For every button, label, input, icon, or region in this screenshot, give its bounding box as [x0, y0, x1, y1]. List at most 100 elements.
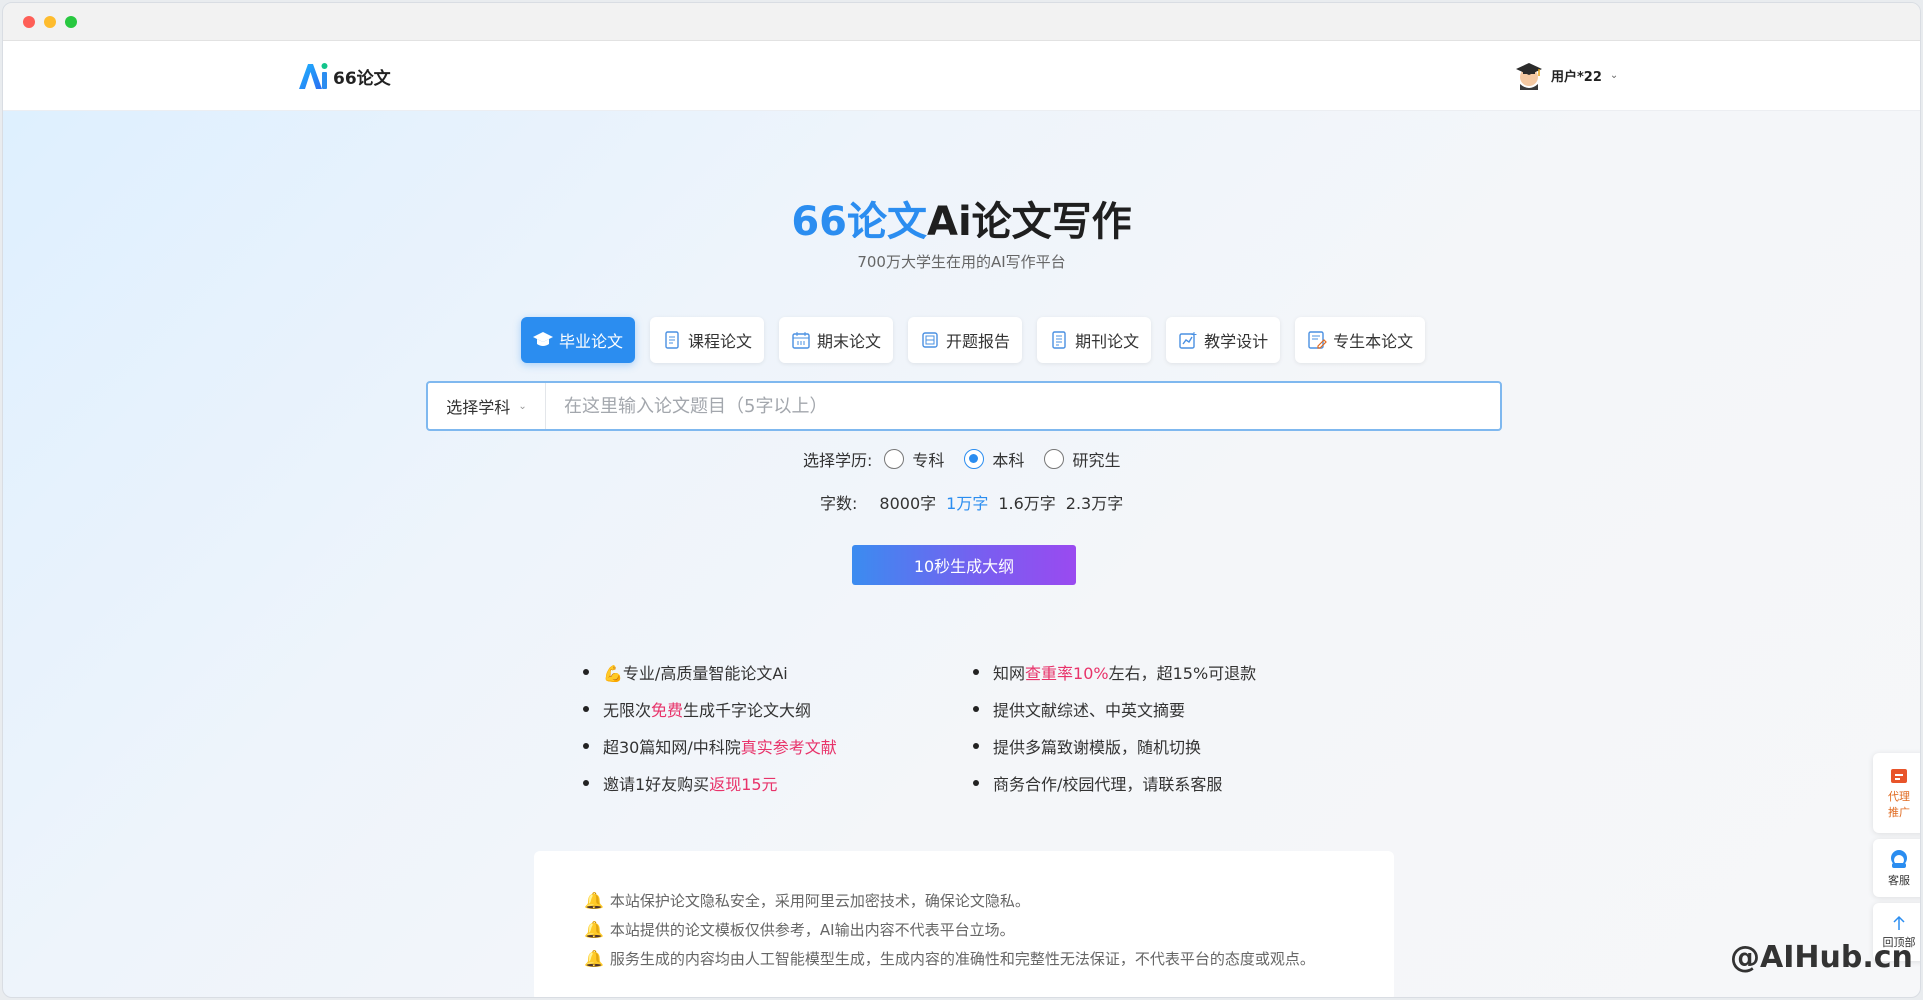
- radio-label: 专科: [912, 447, 944, 471]
- radio-undergraduate[interactable]: 本科: [964, 447, 1024, 471]
- tab-label: 开题报告: [946, 328, 1010, 352]
- document-icon: [662, 330, 682, 350]
- feature-text: 左右，超15%可退款: [1109, 660, 1257, 684]
- radio-circle: [884, 449, 904, 469]
- notice-line: 🔔 服务生成的内容均由人工智能模型生成，生成内容的准确性和完整性无法保证，不代表…: [584, 944, 1394, 973]
- word-option-16000[interactable]: 1.6万字: [998, 490, 1055, 514]
- maximize-window-button[interactable]: [65, 16, 77, 28]
- user-name: 用户*22: [1551, 66, 1602, 85]
- feature-item: 超30篇知网/中科院真实参考文献: [583, 727, 883, 764]
- customer-service-icon: [1888, 849, 1910, 869]
- agent-label-1: 代理: [1888, 788, 1910, 804]
- tab-graduation-thesis[interactable]: 毕业论文: [521, 317, 635, 363]
- tab-teaching-design[interactable]: 教学设计: [1166, 317, 1280, 363]
- feature-text: 生成千字论文大纲: [683, 697, 811, 721]
- page-title: 66论文Ai论文写作: [3, 189, 1920, 247]
- notice-line: 🔔 本站保护论文隐私安全，采用阿里云加密技术，确保论文隐私。: [584, 886, 1394, 915]
- minimize-window-button[interactable]: [44, 16, 56, 28]
- notice-text: 本站保护论文隐私安全，采用阿里云加密技术，确保论文隐私。: [610, 890, 1030, 911]
- feature-text: 邀请1好友购买: [603, 771, 709, 795]
- report-icon: [920, 330, 940, 350]
- radio-label: 本科: [992, 447, 1024, 471]
- user-menu[interactable]: 用户*22 ⌄: [1515, 60, 1618, 90]
- radio-junior-college[interactable]: 专科: [884, 447, 944, 471]
- feature-text: 超30篇知网/中科院: [603, 734, 741, 758]
- tab-label: 专生本论文: [1333, 328, 1413, 352]
- generate-outline-button[interactable]: 10秒生成大纲: [852, 545, 1076, 585]
- feature-item: 知网查重率10%左右，超15%可退款: [973, 653, 1273, 690]
- radio-graduate[interactable]: 研究生: [1044, 447, 1120, 471]
- floating-sidebar: 代理 推广 客服 回顶部: [1873, 753, 1921, 961]
- radio-label: 研究生: [1072, 447, 1120, 471]
- tab-final-paper[interactable]: 期末论文: [779, 317, 893, 363]
- notice-panel: 🔔 本站保护论文隐私安全，采用阿里云加密技术，确保论文隐私。 🔔 本站提供的论文…: [534, 851, 1394, 998]
- top-navbar: 66论文 用户*22 ⌄: [3, 41, 1920, 111]
- journal-icon: [1049, 330, 1069, 350]
- word-count-label: 字数:: [820, 490, 857, 514]
- subject-select-label: 选择学科: [446, 394, 510, 418]
- subject-select[interactable]: 选择学科 ⌄: [428, 383, 546, 429]
- feature-highlight: 返现15元: [709, 771, 777, 795]
- close-window-button[interactable]: [23, 16, 35, 28]
- tab-proposal-report[interactable]: 开题报告: [908, 317, 1022, 363]
- tab-label: 期刊论文: [1075, 328, 1139, 352]
- store-icon: [1889, 767, 1909, 785]
- feature-list: 💪专业/高质量智能论文Ai 无限次免费生成千字论文大纲 超30篇知网/中科院真实…: [583, 653, 1273, 801]
- feature-text: 知网: [993, 660, 1025, 684]
- graduation-cap-icon: [533, 330, 553, 350]
- chevron-down-icon: ⌄: [1610, 70, 1618, 81]
- arrow-up-icon: [1892, 915, 1906, 931]
- watermark-text: @AIHub.cn: [1730, 940, 1913, 975]
- tab-upgrade-paper[interactable]: 专生本论文: [1295, 317, 1425, 363]
- feature-text: 商务合作/校园代理，请联系客服: [993, 771, 1222, 795]
- hero-title-rest: Ai论文写作: [927, 199, 1132, 245]
- paper-type-tabs: 毕业论文 课程论文 期末论文 开题报告 期刊论文 教学设计 专生本论文: [521, 317, 1425, 363]
- page-subtitle: 700万大学生在用的AI写作平台: [3, 251, 1920, 272]
- feature-highlight: 查重率10%: [1025, 660, 1109, 684]
- feature-text: 💪专业/高质量智能论文Ai: [603, 660, 788, 684]
- feature-item: 提供多篇致谢模版，随机切换: [973, 727, 1273, 764]
- notice-text: 服务生成的内容均由人工智能模型生成，生成内容的准确性和完整性无法保证，不代表平台…: [610, 948, 1315, 969]
- design-icon: [1178, 330, 1198, 350]
- feature-text: 提供多篇致谢模版，随机切换: [993, 734, 1201, 758]
- customer-service-label: 客服: [1888, 872, 1910, 888]
- graduate-avatar-icon: [1515, 60, 1543, 90]
- education-selector: 选择学历: 专科 本科 研究生: [803, 447, 1140, 471]
- tab-journal-paper[interactable]: 期刊论文: [1037, 317, 1151, 363]
- education-label: 选择学历:: [803, 447, 872, 471]
- calendar-icon: [791, 330, 811, 350]
- feature-text: 提供文献综述、中英文摘要: [993, 697, 1185, 721]
- word-option-8000[interactable]: 8000字: [879, 490, 936, 514]
- agent-promotion-button[interactable]: 代理 推广: [1873, 753, 1921, 833]
- radio-circle: [1044, 449, 1064, 469]
- notice-text: 本站提供的论文模板仅供参考，AI输出内容不代表平台立场。: [610, 919, 1015, 940]
- feature-column-right: 知网查重率10%左右，超15%可退款 提供文献综述、中英文摘要 提供多篇致谢模版…: [973, 653, 1273, 801]
- customer-service-button[interactable]: 客服: [1873, 839, 1921, 897]
- site-logo[interactable]: 66论文: [297, 60, 391, 92]
- bell-icon: 🔔: [584, 891, 604, 910]
- window-titlebar: [3, 3, 1920, 41]
- bell-icon: 🔔: [584, 949, 604, 968]
- word-option-23000[interactable]: 2.3万字: [1066, 490, 1123, 514]
- topic-input[interactable]: [546, 383, 1500, 429]
- ai-logo-icon: [297, 60, 329, 92]
- tab-label: 毕业论文: [559, 328, 623, 352]
- feature-item: 💪专业/高质量智能论文Ai: [583, 653, 883, 690]
- feature-text: 无限次: [603, 697, 651, 721]
- tab-label: 期末论文: [817, 328, 881, 352]
- browser-window: 66论文 用户*22 ⌄ 66论文Ai论文写作 700万大学生在用的AI写作平台…: [2, 2, 1921, 998]
- radio-circle: [964, 449, 984, 469]
- topic-search-bar: 选择学科 ⌄: [426, 381, 1502, 431]
- feature-highlight: 真实参考文献: [741, 734, 837, 758]
- edit-document-icon: [1307, 330, 1327, 350]
- agent-label-2: 推广: [1888, 804, 1910, 820]
- word-option-10000[interactable]: 1万字: [946, 490, 988, 514]
- tab-course-paper[interactable]: 课程论文: [650, 317, 764, 363]
- tab-label: 教学设计: [1204, 328, 1268, 352]
- feature-item: 邀请1好友购买返现15元: [583, 764, 883, 801]
- feature-column-left: 💪专业/高质量智能论文Ai 无限次免费生成千字论文大纲 超30篇知网/中科院真实…: [583, 653, 883, 801]
- notice-line: 🔔 本站提供的论文模板仅供参考，AI输出内容不代表平台立场。: [584, 915, 1394, 944]
- hero-brand: 66论文: [791, 199, 927, 245]
- bell-icon: 🔔: [584, 920, 604, 939]
- word-count-selector: 字数: 8000字 1万字 1.6万字 2.3万字: [820, 490, 1123, 514]
